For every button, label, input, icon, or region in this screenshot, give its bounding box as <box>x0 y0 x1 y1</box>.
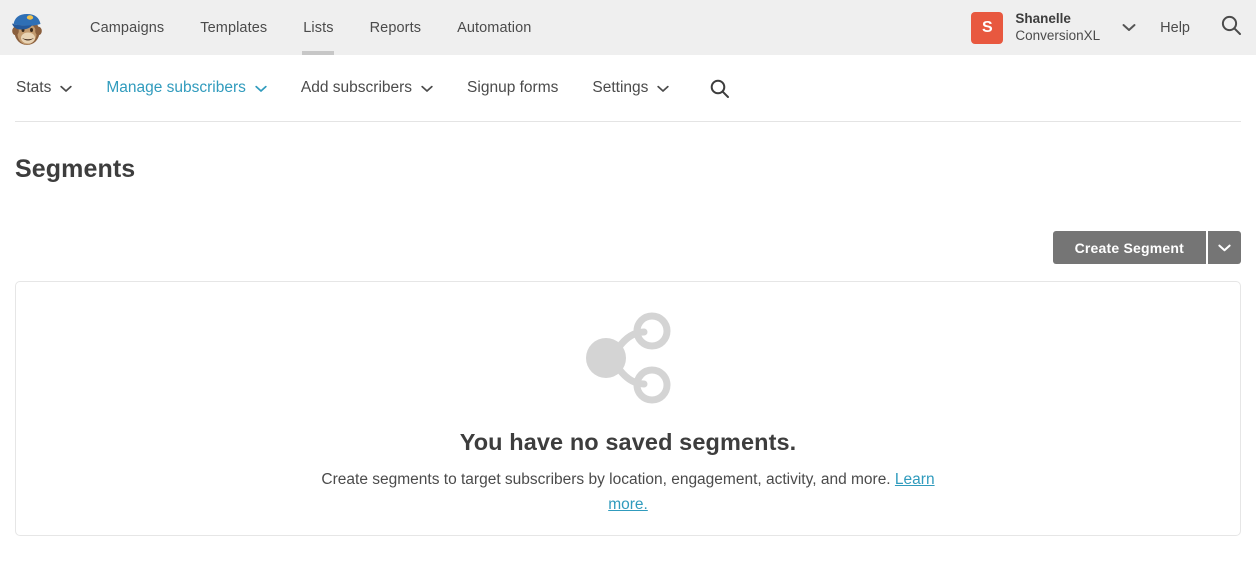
nav-item-automation[interactable]: Automation <box>439 0 549 55</box>
nav-item-templates[interactable]: Templates <box>182 0 285 55</box>
account-menu[interactable]: Shanelle ConversionXL <box>1015 11 1100 45</box>
sub-nav-label: Settings <box>592 79 649 96</box>
segment-share-icon <box>576 306 680 415</box>
chevron-down-icon <box>1218 242 1231 254</box>
page-body: Segments Create Segment You have no save… <box>0 155 1256 536</box>
create-segment-dropdown-button[interactable] <box>1206 231 1241 264</box>
nav-item-campaigns[interactable]: Campaigns <box>72 0 182 55</box>
empty-state-description-text: Create segments to target subscribers by… <box>321 471 895 488</box>
sub-nav-item-add-subscribers[interactable]: Add subscribers <box>301 79 433 97</box>
account-org: ConversionXL <box>1015 27 1101 43</box>
page-title: Segments <box>15 155 136 183</box>
nav-item-label: Automation <box>457 19 532 36</box>
sub-nav-label: Add subscribers <box>300 79 413 96</box>
header-right: S Shanelle ConversionXL Help <box>971 0 1256 55</box>
nav-item-label: Campaigns <box>90 19 165 36</box>
chevron-down-icon <box>60 83 72 95</box>
search-icon[interactable] <box>1220 14 1242 41</box>
search-icon[interactable] <box>709 78 730 99</box>
sub-nav-label: Stats <box>16 79 52 96</box>
avatar[interactable]: S <box>971 11 1004 44</box>
top-header: Campaigns Templates Lists Reports Automa… <box>0 0 1256 55</box>
nav-item-lists[interactable]: Lists <box>285 0 351 55</box>
sub-nav-item-manage-subscribers[interactable]: Manage subscribers <box>106 79 267 97</box>
sub-nav-item-stats[interactable]: Stats <box>16 79 72 97</box>
chevron-down-icon <box>421 83 433 95</box>
create-segment-button-group: Create Segment <box>1052 231 1241 264</box>
nav-item-reports[interactable]: Reports <box>352 0 439 55</box>
empty-state-description: Create segments to target subscribers by… <box>308 468 948 518</box>
empty-state-card: You have no saved segments. Create segme… <box>15 281 1241 536</box>
sub-nav-item-settings[interactable]: Settings <box>592 79 670 97</box>
nav-item-label: Templates <box>200 19 268 36</box>
create-segment-button[interactable]: Create Segment <box>1052 231 1206 264</box>
account-name: Shanelle <box>1015 10 1071 26</box>
chevron-down-icon <box>657 83 670 95</box>
nav-item-label: Lists <box>303 19 334 36</box>
main-nav: Campaigns Templates Lists Reports Automa… <box>72 0 549 55</box>
sub-nav: Stats Manage subscribers Add subscribers… <box>15 55 1241 122</box>
sub-nav-wrapper: Stats Manage subscribers Add subscribers… <box>0 55 1256 122</box>
sub-nav-item-signup-forms[interactable]: Signup forms <box>467 79 558 97</box>
chevron-down-icon <box>255 83 267 95</box>
sub-nav-label: Signup forms <box>467 79 559 96</box>
nav-item-label: Reports <box>369 19 422 36</box>
empty-state-title: You have no saved segments. <box>459 429 797 455</box>
sub-nav-label: Manage subscribers <box>106 79 246 96</box>
mailchimp-freddie-logo[interactable] <box>8 9 46 47</box>
action-row: Create Segment <box>15 231 1241 264</box>
chevron-down-icon[interactable] <box>1122 21 1136 34</box>
help-link[interactable]: Help <box>1160 20 1190 36</box>
